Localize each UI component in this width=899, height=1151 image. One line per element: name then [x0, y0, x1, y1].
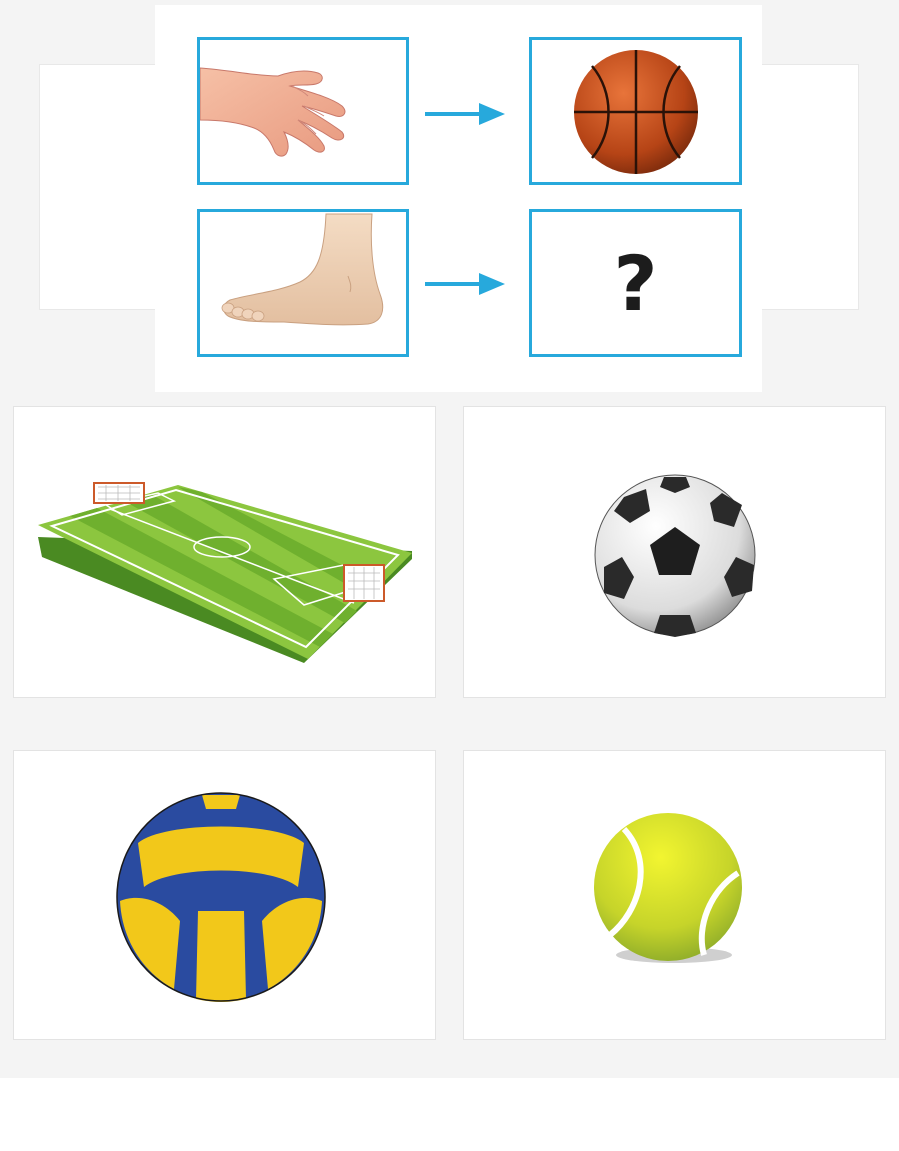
basketball-icon [574, 50, 698, 174]
tennis-ball-icon [594, 813, 742, 963]
question-mark: ? [613, 238, 658, 328]
foot-icon [221, 213, 384, 326]
option-tennis-ball[interactable] [463, 750, 886, 1040]
answer-box: ? [529, 209, 742, 357]
soccer-field-icon [38, 482, 412, 663]
soccer-ball-icon [594, 474, 756, 637]
option-soccer-field[interactable] [13, 406, 436, 698]
hand-icon [200, 67, 346, 157]
page-footer-blank [0, 1078, 899, 1151]
question-panel: ? [155, 5, 762, 392]
basketball-box [529, 37, 742, 185]
volleyball-icon [116, 792, 326, 1002]
goal-icon [343, 564, 385, 602]
arrow-right-icon [425, 103, 505, 125]
option-volleyball[interactable] [13, 750, 436, 1040]
option-soccer-ball[interactable] [463, 406, 886, 698]
goal-icon [93, 482, 145, 504]
arrow-right-icon [425, 273, 505, 295]
foot-box [197, 209, 409, 357]
hand-box [197, 37, 409, 185]
